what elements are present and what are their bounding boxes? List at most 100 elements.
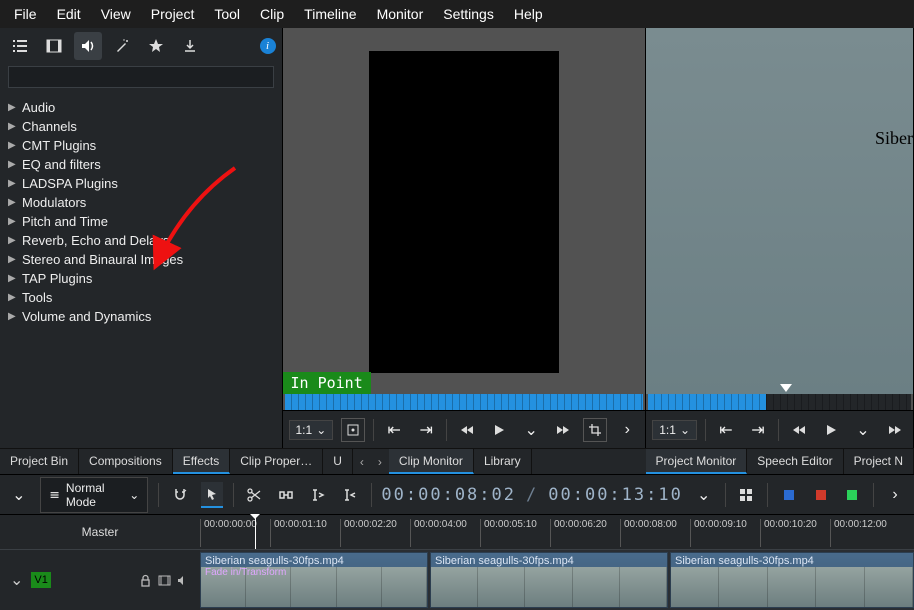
tab-project-monitor[interactable]: Project Monitor [646,449,748,474]
timecode-position: 00:00:08:02 [381,485,516,505]
tree-item[interactable]: ▶CMT Plugins [0,136,282,155]
menu-help[interactable]: Help [504,3,553,25]
ruler-tick: 00:00:06:20 [550,519,607,547]
tree-item[interactable]: ▶Modulators [0,193,282,212]
proj-zoom-select[interactable]: 1:1⌄ [652,420,697,440]
magnet-icon[interactable] [169,482,191,508]
project-monitor-canvas[interactable]: Siber [646,28,913,394]
chevron-down-icon[interactable]: ⌄ [8,482,30,508]
project-monitor-range[interactable] [648,394,911,410]
pointer-icon[interactable] [201,482,223,508]
download-icon[interactable] [176,32,204,60]
effects-panel: i ▶Audio ▶Channels ▶CMT Plugins ▶EQ and … [0,28,283,448]
tree-item[interactable]: ▶Volume and Dynamics [0,307,282,326]
menu-tool[interactable]: Tool [204,3,250,25]
tree-item[interactable]: ▶Audio [0,98,282,117]
clip-zoom-select[interactable]: 1:1⌄ [289,420,334,440]
lock-icon[interactable] [139,574,152,587]
chevron-down-icon[interactable]: ⌄ [693,482,715,508]
play-icon[interactable] [819,418,843,442]
menu-view[interactable]: View [91,3,141,25]
menu-file[interactable]: File [4,3,47,25]
list-view-icon[interactable] [6,32,34,60]
info-icon[interactable]: i [260,38,276,54]
tab-project-bin[interactable]: Project Bin [0,449,79,474]
collapse-track-icon[interactable]: ⌄ [10,570,23,590]
in-icon[interactable]: ⇤ [382,418,406,442]
scissors-icon[interactable] [244,482,266,508]
tree-item[interactable]: ▶EQ and filters [0,155,282,174]
timeline-clip[interactable]: Siberian seagulls-30fps.mp4 [430,552,668,608]
wand-icon[interactable] [108,32,136,60]
tab-clip-properties[interactable]: Clip Proper… [230,449,323,474]
chevron-down-icon[interactable]: ⌄ [851,418,875,442]
chevron-down-icon: ⌄ [316,423,326,437]
timeline-toolbar: ⌄ Normal Mode ⌄ 00:00:08:02 / 00:00:13:1… [0,474,914,514]
tab-speech-editor[interactable]: Speech Editor [747,449,843,474]
track-body[interactable]: Siberian seagulls-30fps.mp4 Fade in/Tran… [200,550,914,610]
audio-icon[interactable] [74,32,102,60]
tab-effects[interactable]: Effects [173,449,230,474]
skip-fwd-icon[interactable] [883,418,907,442]
effects-search-input[interactable] [8,66,274,88]
tab-compositions[interactable]: Compositions [79,449,173,474]
clip-monitor-range[interactable] [285,394,644,410]
spacer-icon[interactable] [275,482,297,508]
track-film-icon[interactable] [158,574,171,587]
tab-clip-monitor[interactable]: Clip Monitor [389,449,474,474]
skip-back-icon[interactable] [787,418,811,442]
timeline-clip[interactable]: Siberian seagulls-30fps.mp4 [670,552,914,608]
more-right-icon[interactable]: › [884,482,906,508]
menu-settings[interactable]: Settings [433,3,504,25]
tree-item[interactable]: ▶TAP Plugins [0,269,282,288]
tag-red-icon[interactable] [810,482,832,508]
tree-item[interactable]: ▶Pitch and Time [0,212,282,231]
playhead[interactable] [255,515,256,549]
fit-icon[interactable] [341,418,365,442]
timecode-duration: 00:00:13:10 [548,485,683,505]
menu-timeline[interactable]: Timeline [294,3,366,25]
menu-monitor[interactable]: Monitor [367,3,434,25]
clip-monitor-canvas[interactable] [369,51,559,373]
film-icon[interactable] [40,32,68,60]
timeline-clip[interactable]: Siberian seagulls-30fps.mp4 Fade in/Tran… [200,552,428,608]
in-icon[interactable]: ⇤ [714,418,738,442]
skip-fwd-icon[interactable] [551,418,575,442]
panel-tabs: Project Bin Compositions Effects Clip Pr… [0,448,914,474]
tree-item[interactable]: ▶Tools [0,288,282,307]
scroll-left-icon[interactable]: ‹ [353,449,371,474]
edit-mode-select[interactable]: Normal Mode ⌄ [40,477,149,513]
play-icon[interactable] [487,418,511,442]
tree-item[interactable]: ▶Reverb, Echo and Delays [0,231,282,250]
menu-edit[interactable]: Edit [47,3,91,25]
grid-icon[interactable] [735,482,757,508]
out-icon[interactable]: ⇥ [414,418,438,442]
tab-undo[interactable]: U [323,449,353,474]
tree-item[interactable]: ▶Stereo and Binaural Images [0,250,282,269]
timeline-ruler[interactable]: 00:00:00:00 00:00:01:10 00:00:02:20 00:0… [200,515,914,549]
project-monitor-controls: 1:1⌄ ⇤ ⇥ ⌄ [646,410,913,448]
track-label: V1 [31,572,50,588]
scroll-right-icon[interactable]: › [371,449,389,474]
tab-project-notes[interactable]: Project N [844,449,914,474]
star-icon[interactable] [142,32,170,60]
out-icon[interactable]: ⇥ [746,418,770,442]
overwrite-icon[interactable] [339,482,361,508]
menu-project[interactable]: Project [141,3,205,25]
tab-library[interactable]: Library [474,449,532,474]
menu-clip[interactable]: Clip [250,3,294,25]
clip-effects: Fade in/Transform [205,567,286,578]
chevron-down-icon[interactable]: ⌄ [519,418,543,442]
crop-icon[interactable] [583,418,607,442]
tag-blue-icon[interactable] [778,482,800,508]
insert-icon[interactable] [307,482,329,508]
tree-item[interactable]: ▶LADSPA Plugins [0,174,282,193]
tag-green-icon[interactable] [842,482,864,508]
clip-monitor-controls: 1:1⌄ ⇤ ⇥ ⌄ › [283,410,646,448]
mute-icon[interactable] [177,574,190,587]
skip-back-icon[interactable] [455,418,479,442]
next-icon[interactable]: › [615,418,639,442]
tree-item[interactable]: ▶Channels [0,117,282,136]
master-label: Master [0,515,200,549]
track-header[interactable]: ⌄ V1 [0,550,200,610]
